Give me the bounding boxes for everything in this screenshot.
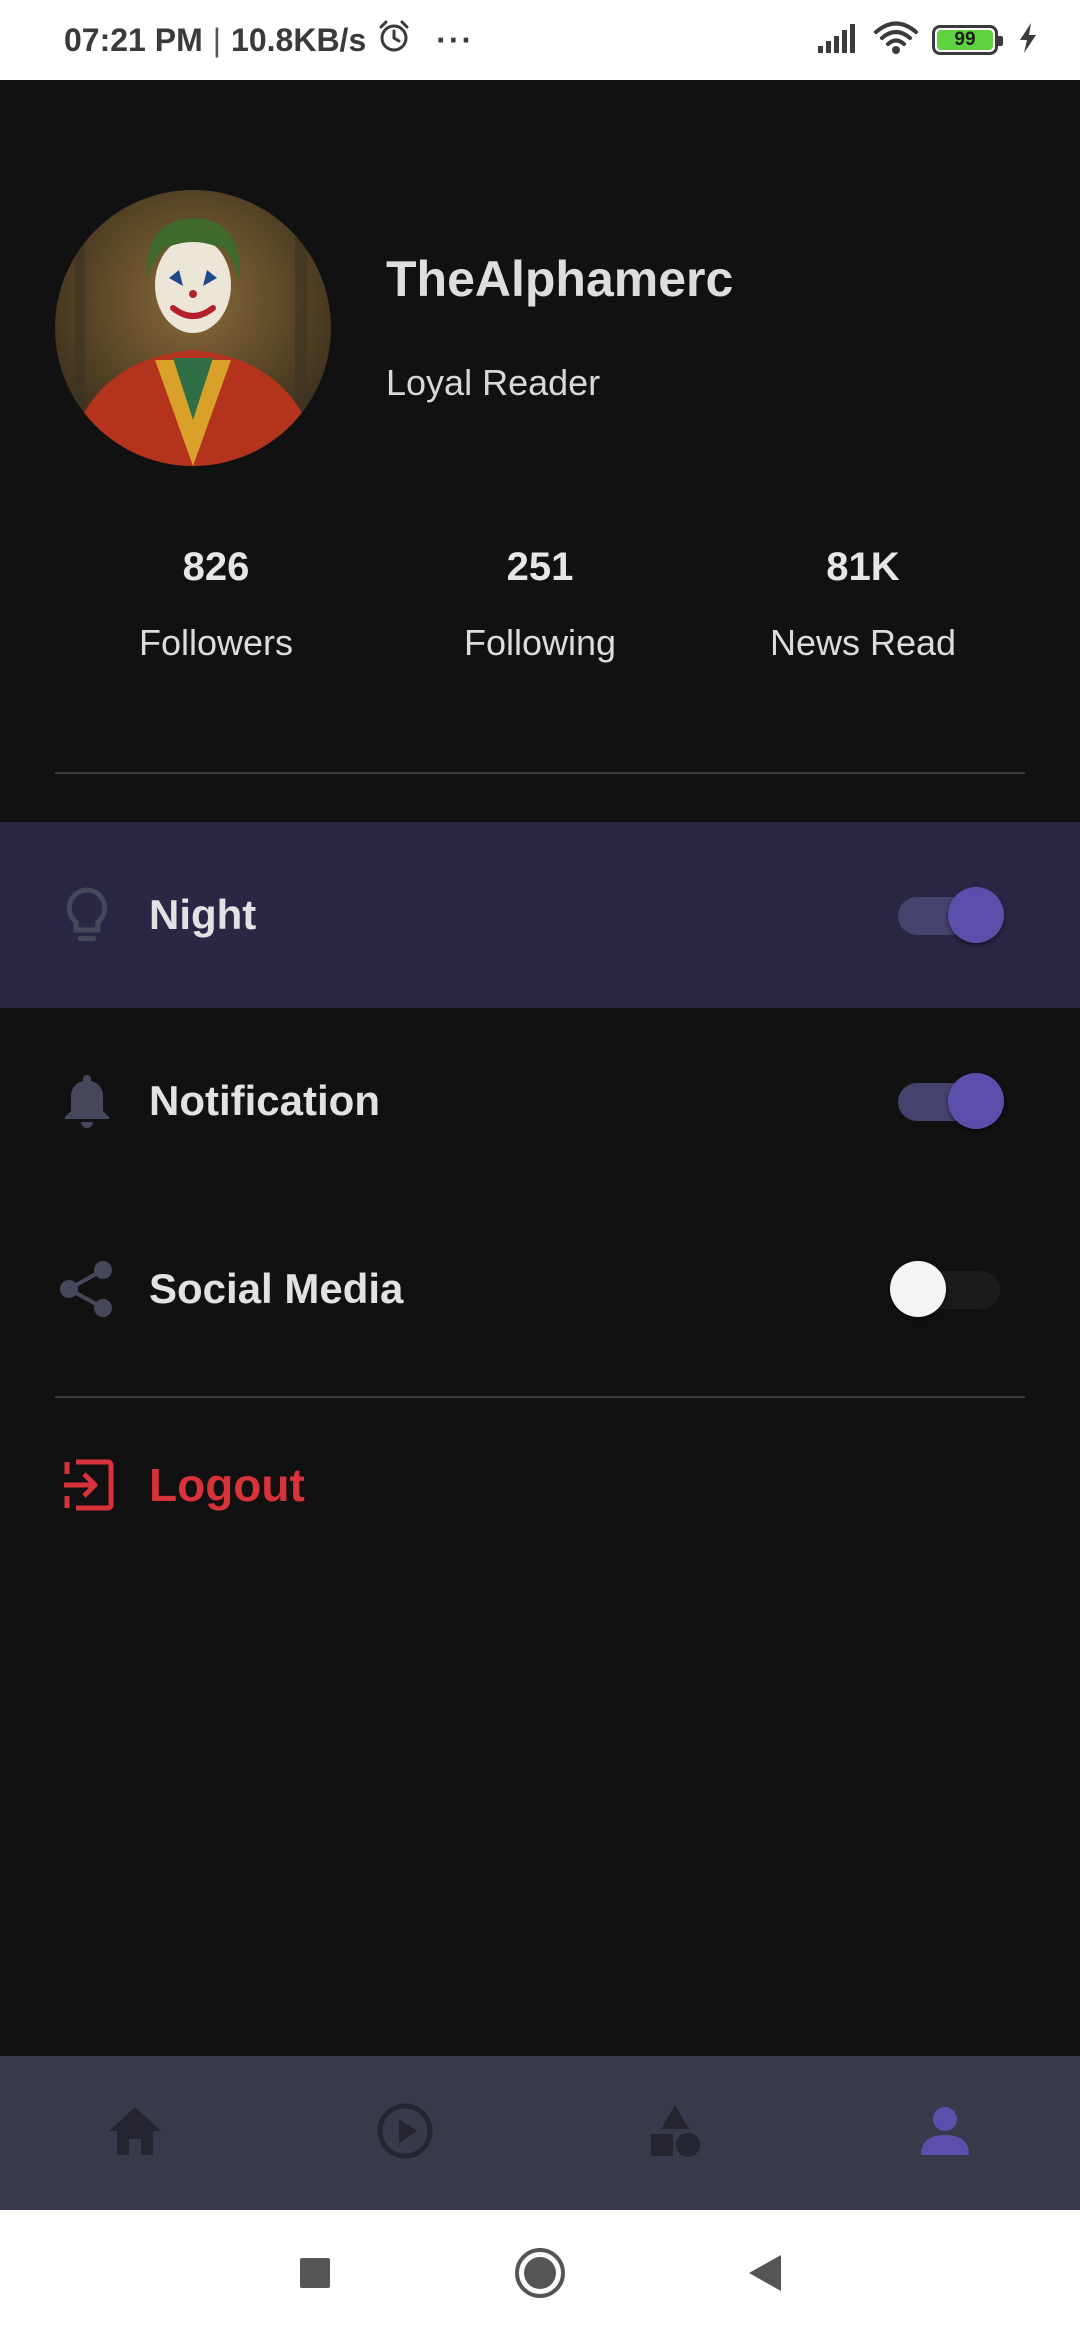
stat-value: 826 (182, 545, 250, 589)
avatar[interactable] (55, 190, 331, 466)
home-button-icon (514, 2247, 566, 2304)
toggle-thumb (890, 1261, 946, 1317)
stat-following[interactable]: 251 Following (400, 545, 680, 664)
recent-apps-button[interactable] (285, 2210, 345, 2340)
bottom-nav (0, 2056, 1080, 2210)
more-icon: ··· (436, 21, 475, 58)
setting-label: Notification (149, 1077, 380, 1124)
stat-value: 251 (506, 545, 574, 589)
battery-level: 99 (937, 29, 993, 50)
status-bar: 07:21 PM | 10.8KB/s ··· 99 (0, 0, 1080, 80)
nav-category[interactable] (540, 2056, 810, 2210)
toggle-thumb (948, 887, 1004, 943)
setting-row-night[interactable]: Night (0, 822, 1080, 1008)
back-icon (747, 2253, 783, 2298)
logout-icon (58, 1456, 116, 1514)
toggle-thumb (948, 1073, 1004, 1129)
divider (55, 1396, 1025, 1398)
lightbulb-icon (58, 886, 116, 944)
social-media-toggle[interactable] (890, 1259, 1000, 1319)
stat-label: Following (463, 622, 617, 663)
notification-toggle[interactable] (898, 1071, 1004, 1131)
category-icon (647, 2103, 703, 2164)
wifi-icon (874, 21, 918, 60)
charging-icon (1018, 22, 1038, 59)
signal-icon (816, 22, 860, 59)
home-icon (107, 2105, 163, 2162)
stat-followers[interactable]: 826 Followers (76, 545, 356, 664)
play-icon (376, 2102, 434, 2165)
nav-play[interactable] (270, 2056, 540, 2210)
battery-icon: 99 (932, 25, 1003, 55)
stat-label: News Read (769, 622, 957, 663)
bell-icon (58, 1072, 116, 1130)
night-toggle[interactable] (898, 885, 1004, 945)
nav-profile[interactable] (810, 2056, 1080, 2210)
setting-row-social-media[interactable]: Social Media (0, 1196, 1080, 1382)
share-icon (58, 1260, 116, 1318)
home-button[interactable] (510, 2210, 570, 2340)
recent-apps-icon (299, 2257, 331, 2294)
stat-value: 81K (826, 545, 900, 589)
joker-avatar (55, 190, 331, 466)
setting-label: Social Media (149, 1265, 404, 1312)
status-separator: | (212, 21, 222, 58)
stat-label: Followers (138, 622, 294, 663)
stat-news-read[interactable]: 81K News Read (723, 545, 1003, 664)
setting-label: Night (149, 891, 257, 938)
logout-button[interactable]: Logout (0, 1440, 1080, 1530)
network-speed: 10.8KB/s (231, 21, 367, 58)
logout-label: Logout (149, 1459, 305, 1511)
profile-icon (919, 2105, 971, 2162)
divider (55, 772, 1025, 774)
back-button[interactable] (735, 2210, 795, 2340)
username: TheAlphamerc (386, 251, 734, 307)
alarm-icon (376, 18, 412, 62)
setting-row-notification[interactable]: Notification (0, 1008, 1080, 1194)
user-role: Loyal Reader (386, 362, 601, 403)
nav-home[interactable] (0, 2056, 270, 2210)
status-time: 07:21 PM (64, 21, 203, 58)
